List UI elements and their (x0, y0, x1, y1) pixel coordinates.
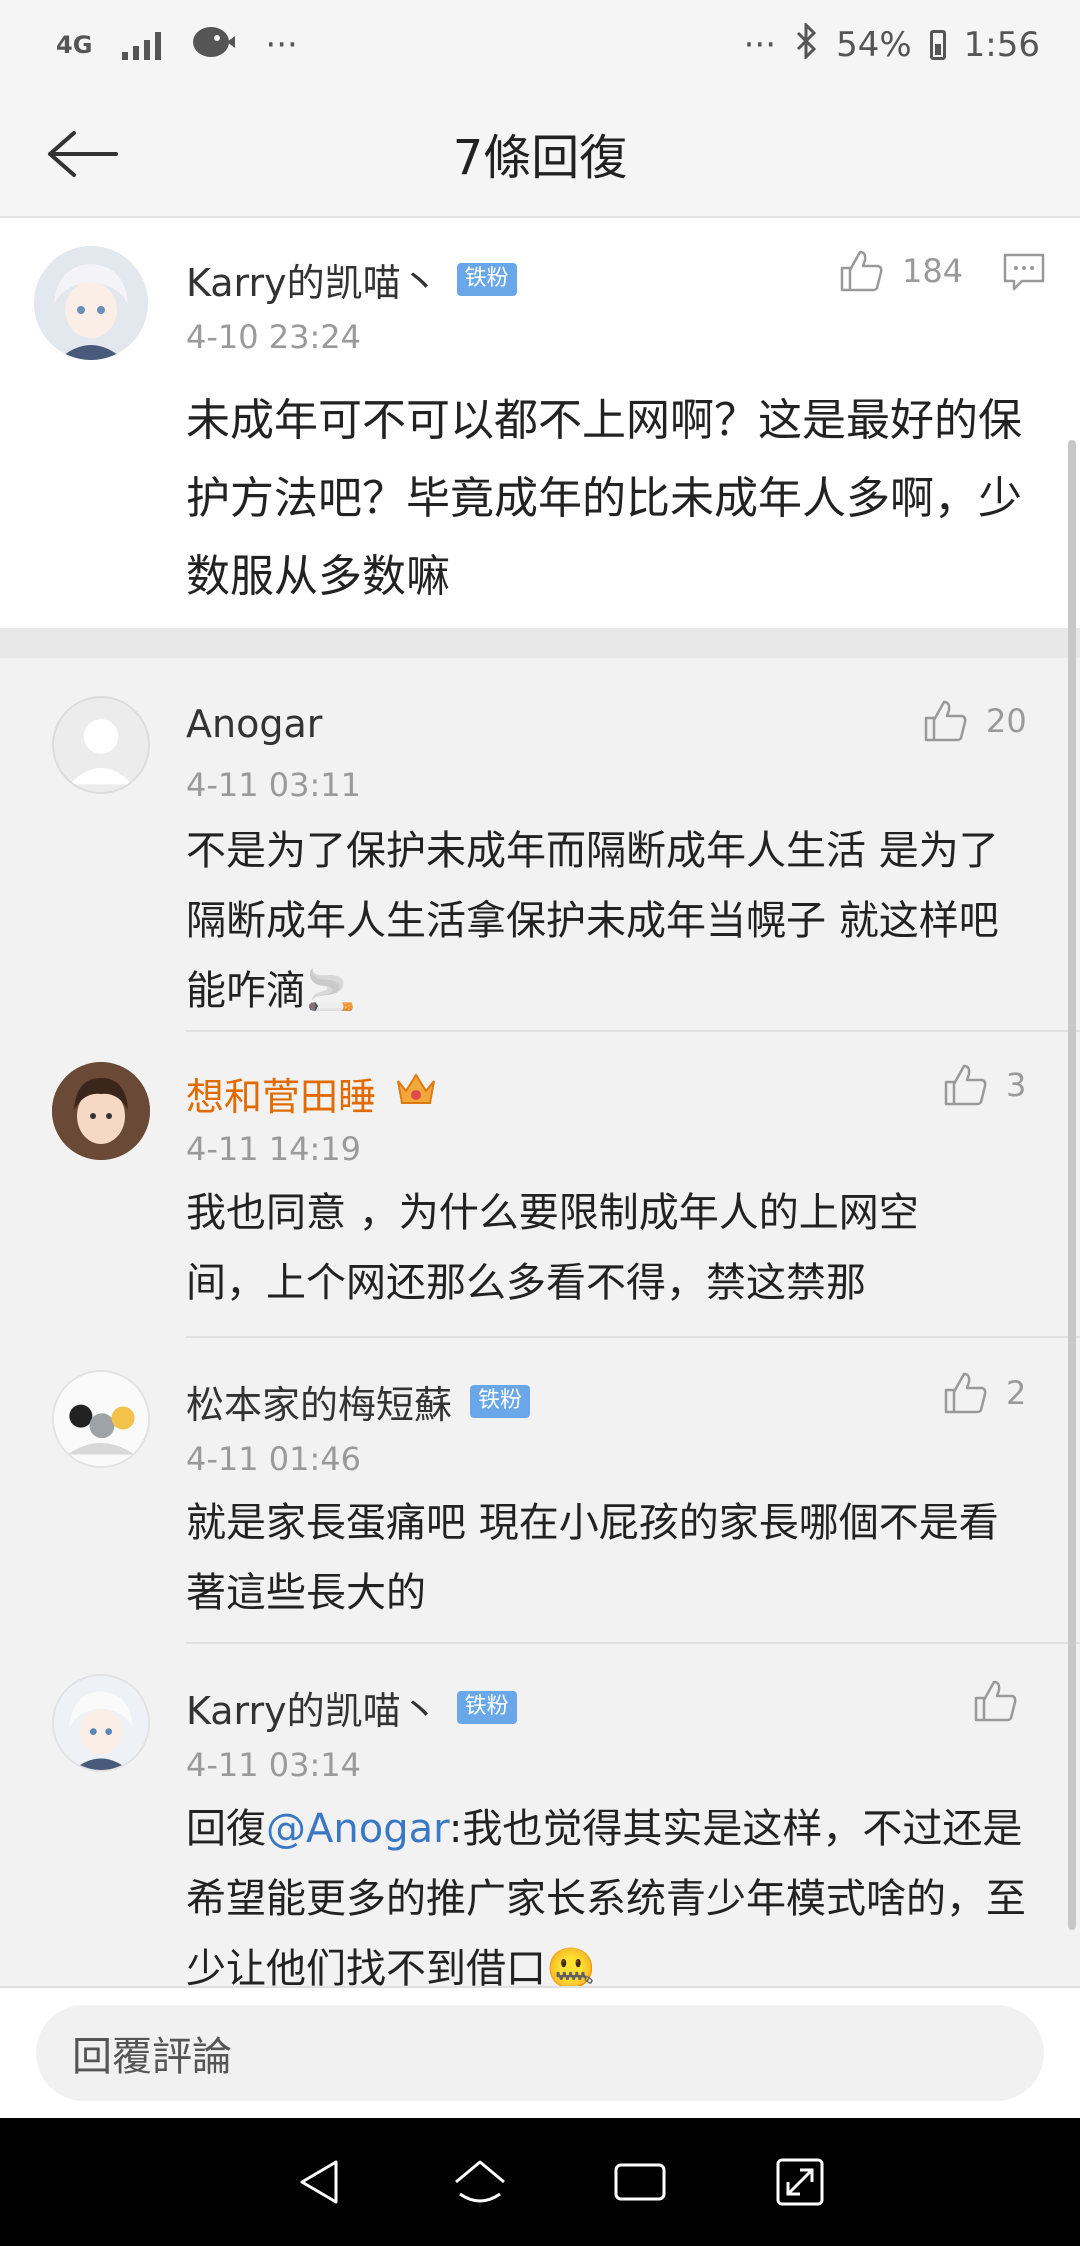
comment-time: 4-10 23:24 (186, 318, 362, 356)
triangle-back-icon (300, 2160, 338, 2204)
battery-icon (929, 30, 946, 60)
like-button[interactable]: 2 (942, 1370, 1026, 1416)
battery-percent: 54% (836, 25, 912, 65)
network-indicator: 4G (56, 31, 93, 59)
reply-item: Karry的凯喵丶 铁粉 4-11 03:14 回復@Anogar:我也觉得其实… (0, 1644, 1080, 1986)
like-button[interactable]: 184 (838, 248, 963, 294)
clock: 1:56 (963, 25, 1040, 65)
avatar[interactable] (52, 696, 150, 794)
back-button[interactable] (40, 112, 124, 196)
like-count: 3 (1006, 1066, 1027, 1104)
expand-nav-button[interactable] (760, 2142, 840, 2222)
back-nav-button[interactable] (280, 2142, 360, 2222)
reply-text: 我也同意 ，为什么要限制成年人的上网空间，上个网还那么多看不得，禁这禁那 (186, 1190, 919, 1306)
thumbs-up-icon (974, 1680, 1017, 1722)
status-bar: 4G ··· ··· 54% 1:56 (0, 0, 1080, 90)
thumbs-up-icon (840, 250, 883, 292)
home-nav-button[interactable] (440, 2142, 520, 2222)
reply-bar: 回覆評論 (0, 1986, 1080, 2118)
reply-item: 想和菅田睡 4-11 14:19 3 我也同意 ，为什么要限制成年人的上网空间，… (0, 1032, 1080, 1338)
header-bar: 7條回復 (0, 90, 1080, 218)
bluetooth-icon (794, 20, 818, 68)
fan-badge: 铁粉 (456, 263, 517, 296)
home-icon (455, 2160, 505, 2203)
reply-username[interactable]: Anogar (186, 702, 322, 746)
scrollbar[interactable] (1068, 440, 1076, 1930)
app-notification-icon (191, 22, 236, 69)
recents-nav-button[interactable] (600, 2142, 680, 2222)
username-text[interactable]: Karry的凯喵丶 (186, 252, 439, 307)
system-nav-bar (0, 2118, 1080, 2246)
reply-time: 4-11 03:14 (186, 1746, 362, 1784)
avatar[interactable] (52, 1370, 150, 1468)
reply-prefix: 回復 (186, 1806, 266, 1852)
thumbs-up-icon (944, 1064, 987, 1106)
reply-input[interactable]: 回覆評論 (36, 2005, 1044, 2101)
avatar[interactable] (34, 246, 148, 360)
avatar[interactable] (52, 1674, 150, 1772)
mention-link[interactable]: @Anogar (266, 1806, 449, 1852)
username-text[interactable]: 想和菅田睡 (186, 1066, 376, 1121)
thumbs-up-icon (944, 1372, 987, 1414)
comment-username[interactable]: Karry的凯喵丶 铁粉 (186, 252, 517, 307)
username-text[interactable]: Karry的凯喵丶 (186, 1680, 439, 1735)
comment-text: 未成年可不可以都不上网啊？这是最好的保护方法吧？毕竟成年的比未成年人多啊，少数服… (186, 395, 1022, 602)
avatar[interactable] (52, 1062, 150, 1160)
thumbs-up-icon (924, 700, 967, 742)
reply-comment-icon[interactable] (1002, 252, 1046, 296)
reply-username[interactable]: 想和菅田睡 (186, 1066, 438, 1121)
reply-text: 回復@Anogar:我也觉得其实是这样，不过还是希望能更多的推广家长系统青少年模… (186, 1794, 1026, 1986)
like-button[interactable] (972, 1678, 1018, 1724)
more-notifications: ··· (265, 25, 298, 65)
reply-time: 4-11 03:11 (186, 766, 362, 804)
like-count: 184 (902, 252, 964, 290)
fan-badge: 铁粉 (456, 1691, 517, 1724)
arrow-left-icon (48, 131, 118, 177)
signal-icon (122, 30, 162, 60)
reply-time: 4-11 14:19 (186, 1130, 362, 1168)
recents-icon (614, 2163, 666, 2201)
reply-username[interactable]: Karry的凯喵丶 铁粉 (186, 1680, 517, 1735)
crown-icon (394, 1069, 438, 1118)
reply-item: 松本家的梅短蘇 铁粉 4-11 01:46 2 就是家長蛋痛吧 現在小屁孩的家長… (0, 1338, 1080, 1644)
reply-text: 不是为了保护未成年而隔断成年人生活 是为了隔断成年人生活拿保护未成年当幌子 就这… (186, 828, 999, 1014)
like-count: 20 (986, 702, 1027, 740)
page-title: 7條回復 (452, 130, 628, 186)
like-button[interactable]: 3 (942, 1062, 1026, 1108)
reply-text: 就是家長蛋痛吧 現在小屁孩的家長哪個不是看著這些長大的 (186, 1500, 999, 1616)
main-comment: Karry的凯喵丶 铁粉 4-10 23:24 184 未成年可不可以都不上网啊… (0, 218, 1080, 628)
like-count: 2 (1006, 1374, 1027, 1412)
reply-username[interactable]: 松本家的梅短蘇 铁粉 (186, 1374, 531, 1429)
reply-item: Anogar 4-11 03:11 20 不是为了保护未成年而隔断成年人生活 是… (0, 658, 1080, 1032)
reply-time: 4-11 01:46 (186, 1440, 362, 1478)
fan-badge: 铁粉 (470, 1385, 531, 1418)
comment-thread[interactable]: Karry的凯喵丶 铁粉 4-10 23:24 184 未成年可不可以都不上网啊… (0, 218, 1080, 1986)
username-text[interactable]: 松本家的梅短蘇 (186, 1374, 452, 1429)
like-button[interactable]: 20 (922, 698, 1027, 744)
expand-icon (776, 2158, 824, 2206)
more-status-icons: ··· (743, 25, 777, 65)
section-divider (0, 628, 1080, 658)
